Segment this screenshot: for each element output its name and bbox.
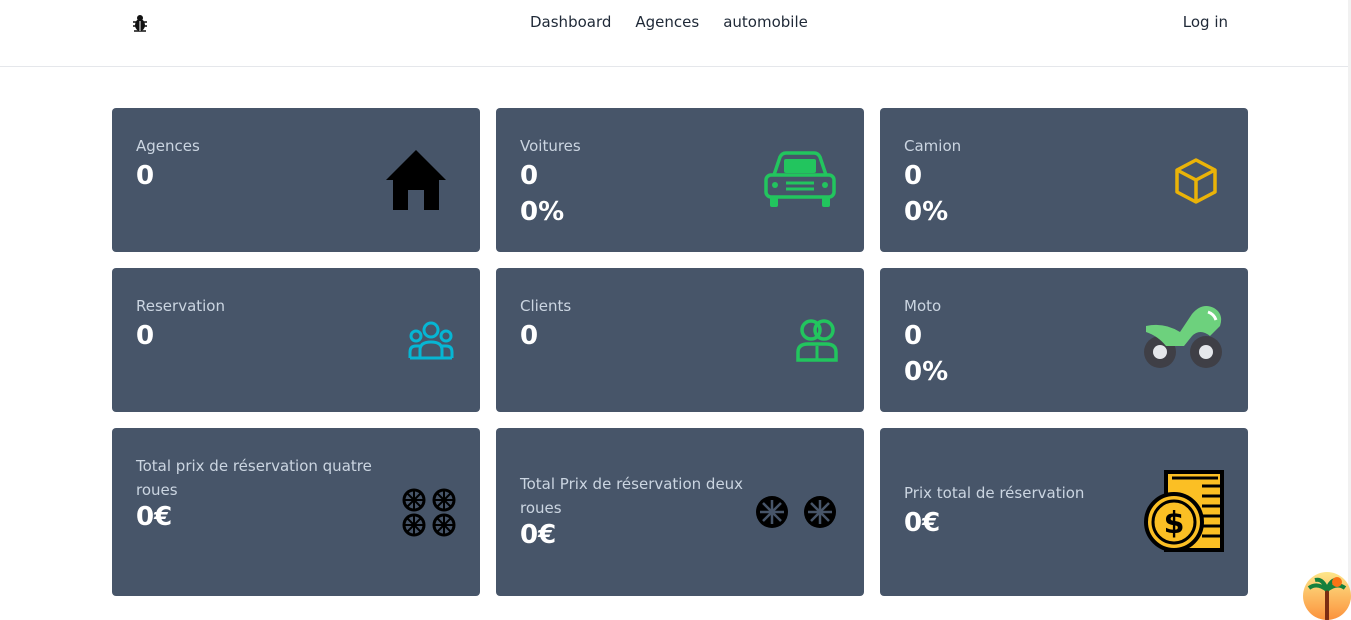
card-total-quatre-roues: Total prix de réservation quatre roues 0…: [112, 428, 480, 596]
nav-link-automobile[interactable]: automobile: [723, 13, 808, 31]
card-value: 0: [904, 161, 923, 191]
nav-link-agences[interactable]: Agences: [635, 13, 699, 31]
card-value: 0€: [136, 502, 173, 532]
card-agences: Agences 0: [112, 108, 480, 252]
card-label: Total prix de réservation quatre roues: [136, 457, 372, 499]
users-group-icon: [408, 321, 454, 360]
cube-icon: [1175, 158, 1217, 204]
card-percent: 0%: [904, 197, 949, 227]
card-label: Reservation: [136, 297, 225, 315]
car-icon: [764, 151, 836, 207]
motorcycle-icon: [1144, 306, 1222, 368]
card-prix-total: Prix total de réservation 0€ $: [880, 428, 1248, 596]
card-voitures: Voitures 0 0%: [496, 108, 864, 252]
card-clients: Clients 0: [496, 268, 864, 412]
card-label: Clients: [520, 297, 572, 315]
dollar-coin-icon: $: [1144, 470, 1224, 552]
card-total-deux-roues: Total Prix de réservation deux roues 0€: [496, 428, 864, 596]
card-label: Voitures: [520, 137, 581, 155]
bug-icon[interactable]: [131, 13, 149, 33]
card-label: Moto: [904, 297, 942, 315]
card-value: 0: [136, 161, 155, 191]
card-label: Prix total de réservation: [904, 484, 1085, 502]
users-icon: [796, 319, 838, 362]
nav-link-dashboard[interactable]: Dashboard: [530, 13, 611, 31]
card-value: 0: [904, 321, 923, 351]
floating-badge[interactable]: [1303, 572, 1351, 620]
card-value: 0: [520, 321, 539, 351]
card-label: Camion: [904, 137, 962, 155]
house-icon: [386, 150, 446, 210]
card-camion: Camion 0 0%: [880, 108, 1248, 252]
navbar: Dashboard Agences automobile Log in: [0, 0, 1351, 67]
card-label: Total Prix de réservation deux roues: [520, 475, 744, 517]
svg-text:$: $: [1164, 506, 1185, 541]
card-value: 0€: [904, 508, 941, 538]
card-value: 0: [520, 161, 539, 191]
two-wheels-icon: [756, 496, 836, 528]
card-value: 0€: [520, 520, 557, 550]
card-moto: Moto 0 0%: [880, 268, 1248, 412]
nav-links: Dashboard Agences automobile: [530, 13, 832, 31]
card-percent: 0%: [520, 197, 565, 227]
card-value: 0: [136, 321, 155, 351]
four-wheels-icon: [402, 488, 456, 537]
card-reservation: Reservation 0: [112, 268, 480, 412]
card-label: Agences: [136, 137, 200, 155]
card-percent: 0%: [904, 357, 949, 387]
login-link[interactable]: Log in: [1183, 13, 1228, 31]
palm-tree-icon: [1307, 577, 1347, 620]
